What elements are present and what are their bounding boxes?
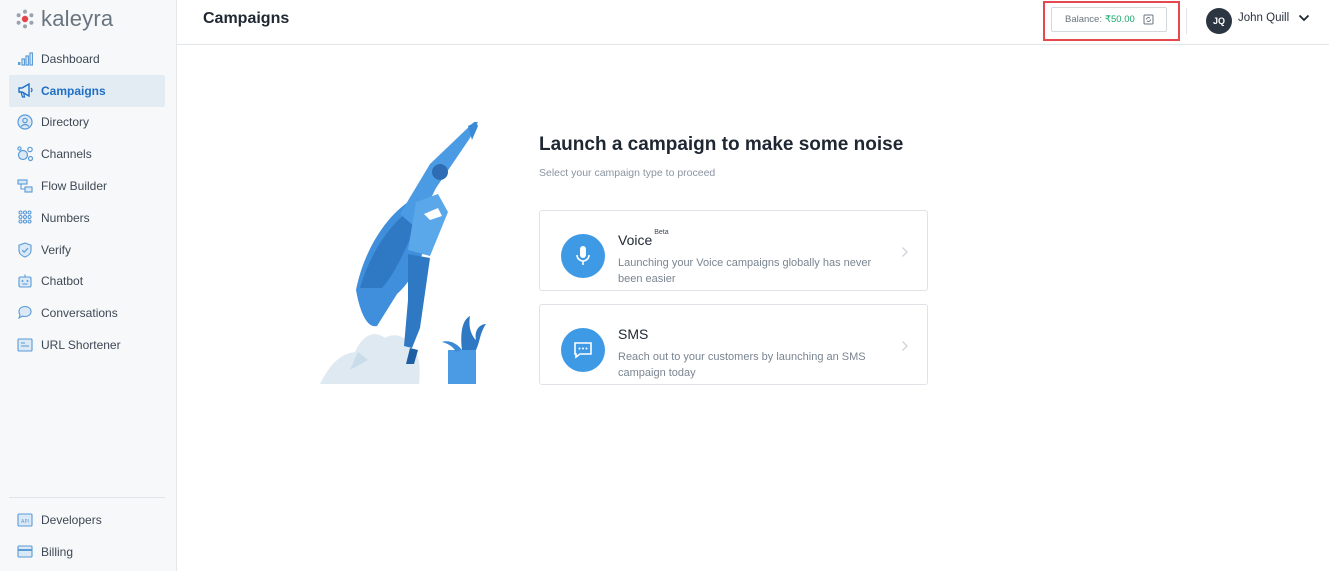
kaleyra-logo-icon — [16, 9, 34, 29]
sms-title: SMS — [618, 326, 649, 342]
sidebar-item-developers[interactable]: API Developers — [9, 504, 165, 536]
chevron-right-icon — [902, 341, 908, 351]
chevron-right-icon — [902, 247, 908, 257]
user-name[interactable]: John Quill — [1238, 12, 1289, 24]
message-icon — [561, 328, 605, 372]
card-description: Launching your Voice campaigns globally … — [618, 257, 872, 285]
voice-title: Voice — [618, 232, 653, 248]
svg-text:API: API — [21, 519, 29, 525]
sidebar-item-directory[interactable]: Directory — [9, 107, 165, 139]
refresh-icon[interactable] — [1143, 14, 1154, 25]
sidebar: kaleyra Dashboard Campaigns Directory Ch… — [0, 0, 177, 571]
card-title: Voice Beta — [618, 229, 669, 248]
sidebar-item-label: Campaigns — [41, 83, 106, 98]
card-description: Reach out to your customers by launching… — [618, 351, 866, 379]
sidebar-item-label: Chatbot — [41, 274, 84, 289]
sidebar-item-label: Billing — [41, 544, 74, 559]
sidebar-item-label: URL Shortener — [41, 338, 121, 353]
sidebar-item-conversations[interactable]: Conversations — [9, 297, 165, 329]
avatar[interactable]: JQ — [1206, 8, 1232, 34]
sidebar-item-dashboard[interactable]: Dashboard — [9, 43, 165, 75]
link-icon — [16, 336, 34, 354]
megaphone-icon — [16, 82, 34, 100]
bar-chart-icon — [16, 50, 34, 68]
sidebar-item-label: Numbers — [41, 210, 90, 225]
flow-icon — [16, 177, 34, 195]
voice-campaign-card[interactable]: Voice Beta Launching your Voice campaigns… — [539, 210, 928, 291]
sidebar-nav: Dashboard Campaigns Directory Channels F… — [9, 43, 165, 361]
campaign-subline: Select your campaign type to proceed — [539, 167, 716, 179]
sidebar-item-label: Developers — [41, 512, 102, 527]
credit-card-icon — [16, 543, 34, 561]
chevron-down-icon[interactable] — [1298, 13, 1310, 23]
balance-label: Balance: — [1065, 14, 1102, 25]
balance-widget[interactable]: Balance: ₹50.00 — [1051, 7, 1167, 32]
sidebar-item-chatbot[interactable]: Chatbot — [9, 266, 165, 298]
card-title: SMS — [618, 326, 648, 342]
channels-icon — [16, 145, 34, 163]
shield-check-icon — [16, 241, 34, 259]
sidebar-item-label: Channels — [41, 147, 92, 162]
robot-icon — [16, 272, 34, 290]
top-bar: Campaigns Balance: ₹50.00 JQ John Quill — [177, 0, 1329, 45]
page-title: Campaigns — [203, 10, 290, 27]
api-icon: API — [16, 511, 34, 529]
sidebar-item-label: Conversations — [41, 306, 118, 321]
sidebar-item-label: Verify — [41, 242, 72, 257]
sidebar-item-numbers[interactable]: Numbers — [9, 202, 165, 234]
dialpad-icon — [16, 209, 34, 227]
balance-amount: ₹50.00 — [1104, 14, 1135, 25]
sidebar-item-campaigns[interactable]: Campaigns — [9, 74, 165, 107]
sidebar-bottom-nav: API Developers Billing — [9, 504, 165, 568]
sidebar-item-verify[interactable]: Verify — [9, 234, 165, 266]
sidebar-item-label: Flow Builder — [41, 179, 108, 194]
sidebar-item-url-shortener[interactable]: URL Shortener — [9, 329, 165, 361]
sidebar-divider — [9, 497, 165, 498]
sidebar-item-label: Directory — [41, 115, 90, 130]
beta-badge: Beta — [654, 229, 669, 236]
sidebar-item-billing[interactable]: Billing — [9, 536, 165, 568]
sidebar-item-channels[interactable]: Channels — [9, 138, 165, 170]
brand-name: kaleyra — [41, 6, 114, 31]
chat-bubbles-icon — [16, 304, 34, 322]
brand-logo[interactable]: kaleyra — [15, 6, 113, 32]
superhero-illustration — [320, 122, 486, 384]
sidebar-item-flow-builder[interactable]: Flow Builder — [9, 170, 165, 202]
sms-campaign-card[interactable]: SMS Reach out to your customers by launc… — [539, 304, 928, 385]
microphone-icon — [561, 234, 605, 278]
campaign-headline: Launch a campaign to make some noise — [539, 134, 904, 155]
contact-icon — [16, 113, 34, 131]
sidebar-item-label: Dashboard — [41, 51, 100, 66]
header-separator — [1186, 8, 1187, 34]
